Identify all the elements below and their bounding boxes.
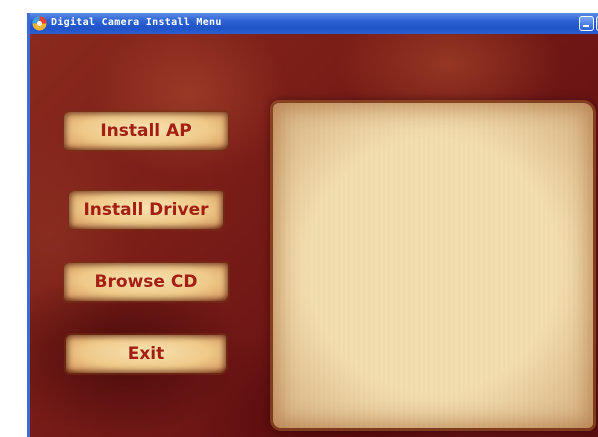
browse-cd-label: Browse CD [94, 272, 198, 292]
install-ap-button[interactable]: Install AP [64, 112, 228, 150]
window-title: Digital Camera Install Menu [51, 17, 222, 28]
description-panel [273, 103, 593, 428]
install-ap-label: Install AP [100, 121, 192, 141]
installer-window: Digital Camera Install Menu Install AP I… [27, 13, 598, 437]
minimize-button[interactable] [579, 16, 594, 31]
install-driver-label: Install Driver [83, 200, 209, 220]
minimize-icon [583, 25, 589, 27]
camera-app-icon [32, 16, 47, 31]
menu-panel: Install AP Install Driver Browse CD Exit [30, 34, 598, 437]
install-driver-button[interactable]: Install Driver [69, 191, 223, 229]
exit-button[interactable]: Exit [66, 335, 226, 373]
browse-cd-button[interactable]: Browse CD [64, 263, 228, 301]
title-bar[interactable]: Digital Camera Install Menu [30, 13, 598, 34]
exit-label: Exit [127, 344, 165, 364]
